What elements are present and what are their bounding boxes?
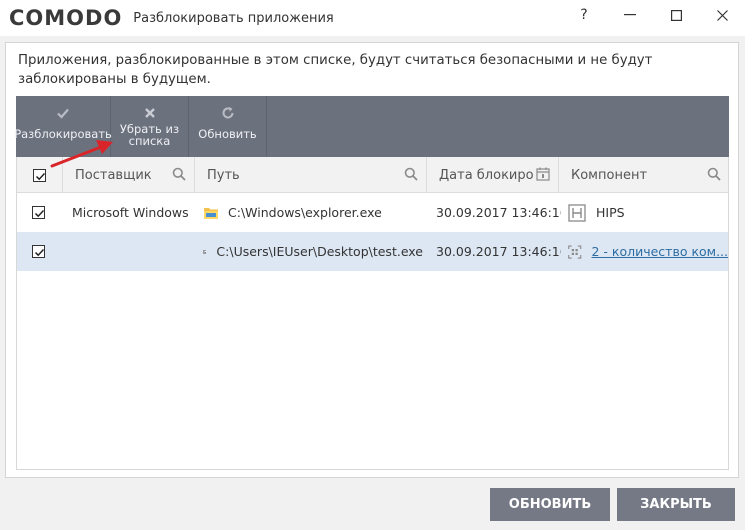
search-icon[interactable] [172,167,186,181]
refresh-button[interactable]: Обновить [189,96,267,157]
update-button[interactable]: ОБНОВИТЬ [490,488,610,521]
close-icon [716,9,728,21]
table-row[interactable]: 7z C:\Users\IEUser\Desktop\test.exe 30.0… [17,232,728,271]
row-checkbox-cell[interactable] [32,193,45,232]
comodo-logo: COMODO [9,5,123,30]
7z-icon: 7z [203,250,207,253]
refresh-label: Обновить [198,127,257,141]
calendar-icon[interactable] [536,167,550,181]
folder-icon [204,207,218,219]
row-checkbox[interactable] [32,245,45,258]
help-icon: ? [580,7,588,23]
main-panel: Приложения, разблокированные в этом спис… [5,42,739,478]
date-cell: 30.09.2017 13:46:16 [436,244,561,259]
column-date-label: Дата блокиро [439,167,534,183]
path-text: C:\Windows\explorer.exe [228,205,382,220]
search-icon[interactable] [707,167,721,181]
window-title: Разблокировать приложения [133,10,334,26]
remove-x-icon [144,108,155,118]
search-icon[interactable] [404,167,418,181]
minimize-button[interactable] [607,0,653,30]
component-cell: HIPS [568,193,723,232]
date-cell: 30.09.2017 13:46:16 [436,205,561,220]
column-path-label: Путь [207,167,240,183]
select-all-checkbox[interactable] [33,168,46,182]
checkmark-icon [35,172,46,180]
svg-text:7z: 7z [204,251,206,253]
help-button[interactable]: ? [561,0,607,30]
checkmark-icon [34,248,45,257]
blocked-apps-table: Поставщик Путь Дата блокиро Компонент Mi… [16,157,729,470]
column-vendor-label: Поставщик [75,167,152,183]
path-text: C:\Users\IEUser\Desktop\test.exe [216,244,423,259]
column-path[interactable]: Путь [195,157,427,193]
info-text: Приложения, разблокированные в этом спис… [18,53,653,87]
close-button[interactable]: ЗАКРЫТЬ [617,488,735,521]
title-bar: COMODO Разблокировать приложения ? [0,0,745,36]
components-count-link[interactable]: 2 - количество ком... [592,244,729,259]
column-component-label: Компонент [571,167,648,183]
row-checkbox-cell[interactable] [32,232,45,271]
maximize-icon [670,9,682,21]
row-checkbox[interactable] [32,206,45,219]
vendor-cell [72,232,192,271]
path-cell: 7z C:\Users\IEUser\Desktop\test.exe [203,232,423,271]
maximize-button[interactable] [653,0,699,30]
column-vendor[interactable]: Поставщик [63,157,195,193]
refresh-icon [222,107,233,119]
unblock-label: Разблокировать [14,127,112,141]
close-window-button[interactable] [699,0,745,30]
toolbar: Разблокировать Убрать из списка Обновить [14,96,729,157]
component-text: HIPS [596,205,625,220]
vendor-cell: Microsoft Windows [72,205,189,220]
column-date[interactable]: Дата блокиро [427,157,559,193]
components-icon [568,244,582,259]
window-controls: ? [561,0,745,30]
minimize-icon [624,14,636,16]
hips-shield-icon [568,203,586,222]
column-component[interactable]: Компонент [559,157,729,193]
component-cell: 2 - количество ком... [568,232,728,271]
table-row[interactable]: Microsoft Windows C:\Windows\explorer.ex… [17,193,728,232]
path-cell: C:\Windows\explorer.exe [203,193,423,232]
checkmark-icon [57,108,69,119]
table-header: Поставщик Путь Дата блокиро Компонент [17,157,728,193]
checkmark-icon [34,209,45,218]
remove-from-list-button[interactable]: Убрать из списка [111,96,189,157]
header-select-all[interactable] [17,157,63,193]
remove-label-line2: списка [128,134,171,148]
unblock-button[interactable]: Разблокировать [14,96,112,157]
